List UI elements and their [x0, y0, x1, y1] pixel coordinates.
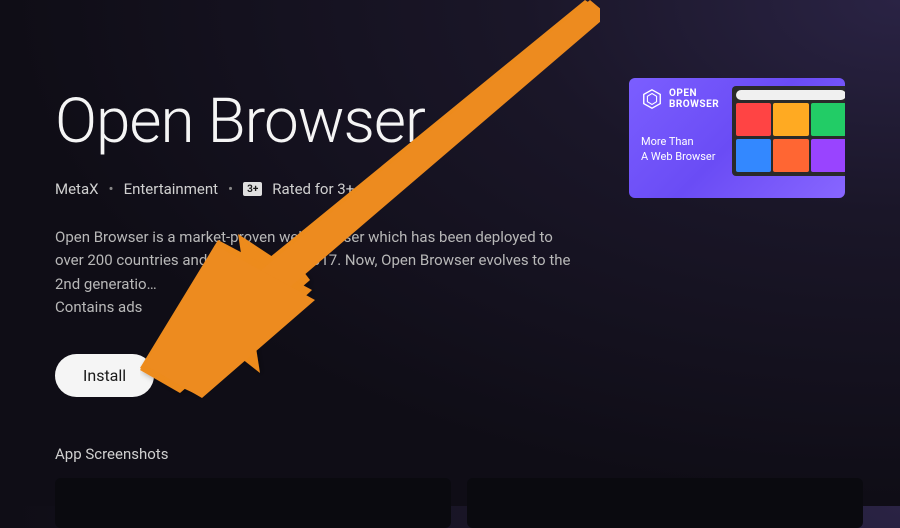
promo-tile: [773, 139, 808, 172]
app-detail-content: Open Browser MetaX • Entertainment • 3+ …: [0, 0, 900, 397]
promo-tile: [773, 103, 808, 136]
screenshots-row: [55, 478, 863, 528]
promo-preview-row: [736, 139, 845, 172]
rating-text: Rated for 3+: [272, 180, 354, 198]
promo-tile: [811, 139, 845, 172]
promo-brand-line1: OPEN: [669, 88, 719, 99]
promo-preview: [732, 86, 845, 176]
install-button[interactable]: Install: [55, 354, 154, 397]
promo-tile: [736, 139, 771, 172]
meta-separator: •: [228, 180, 233, 198]
app-publisher: MetaX: [55, 180, 99, 198]
app-category: Entertainment: [124, 180, 218, 198]
hexagon-logo-icon: [641, 88, 663, 110]
promo-preview-searchbar: [736, 90, 845, 100]
promo-tile: [811, 103, 845, 136]
app-description: Open Browser is a market-proven web brow…: [55, 226, 585, 296]
promo-brand-line2: BROWSER: [669, 99, 719, 110]
screenshot-thumbnail[interactable]: [467, 478, 863, 528]
ads-notice: Contains ads: [55, 298, 845, 316]
promo-brand: OPEN BROWSER: [669, 88, 719, 110]
rating-badge-icon: 3+: [243, 182, 262, 196]
meta-separator: •: [109, 180, 114, 198]
promo-card[interactable]: OPEN BROWSER More Than A Web Browser: [629, 78, 845, 198]
promo-preview-row: [736, 103, 845, 136]
screenshots-section-label: App Screenshots: [55, 445, 168, 463]
screenshot-thumbnail[interactable]: [55, 478, 451, 528]
promo-tile: [736, 103, 771, 136]
